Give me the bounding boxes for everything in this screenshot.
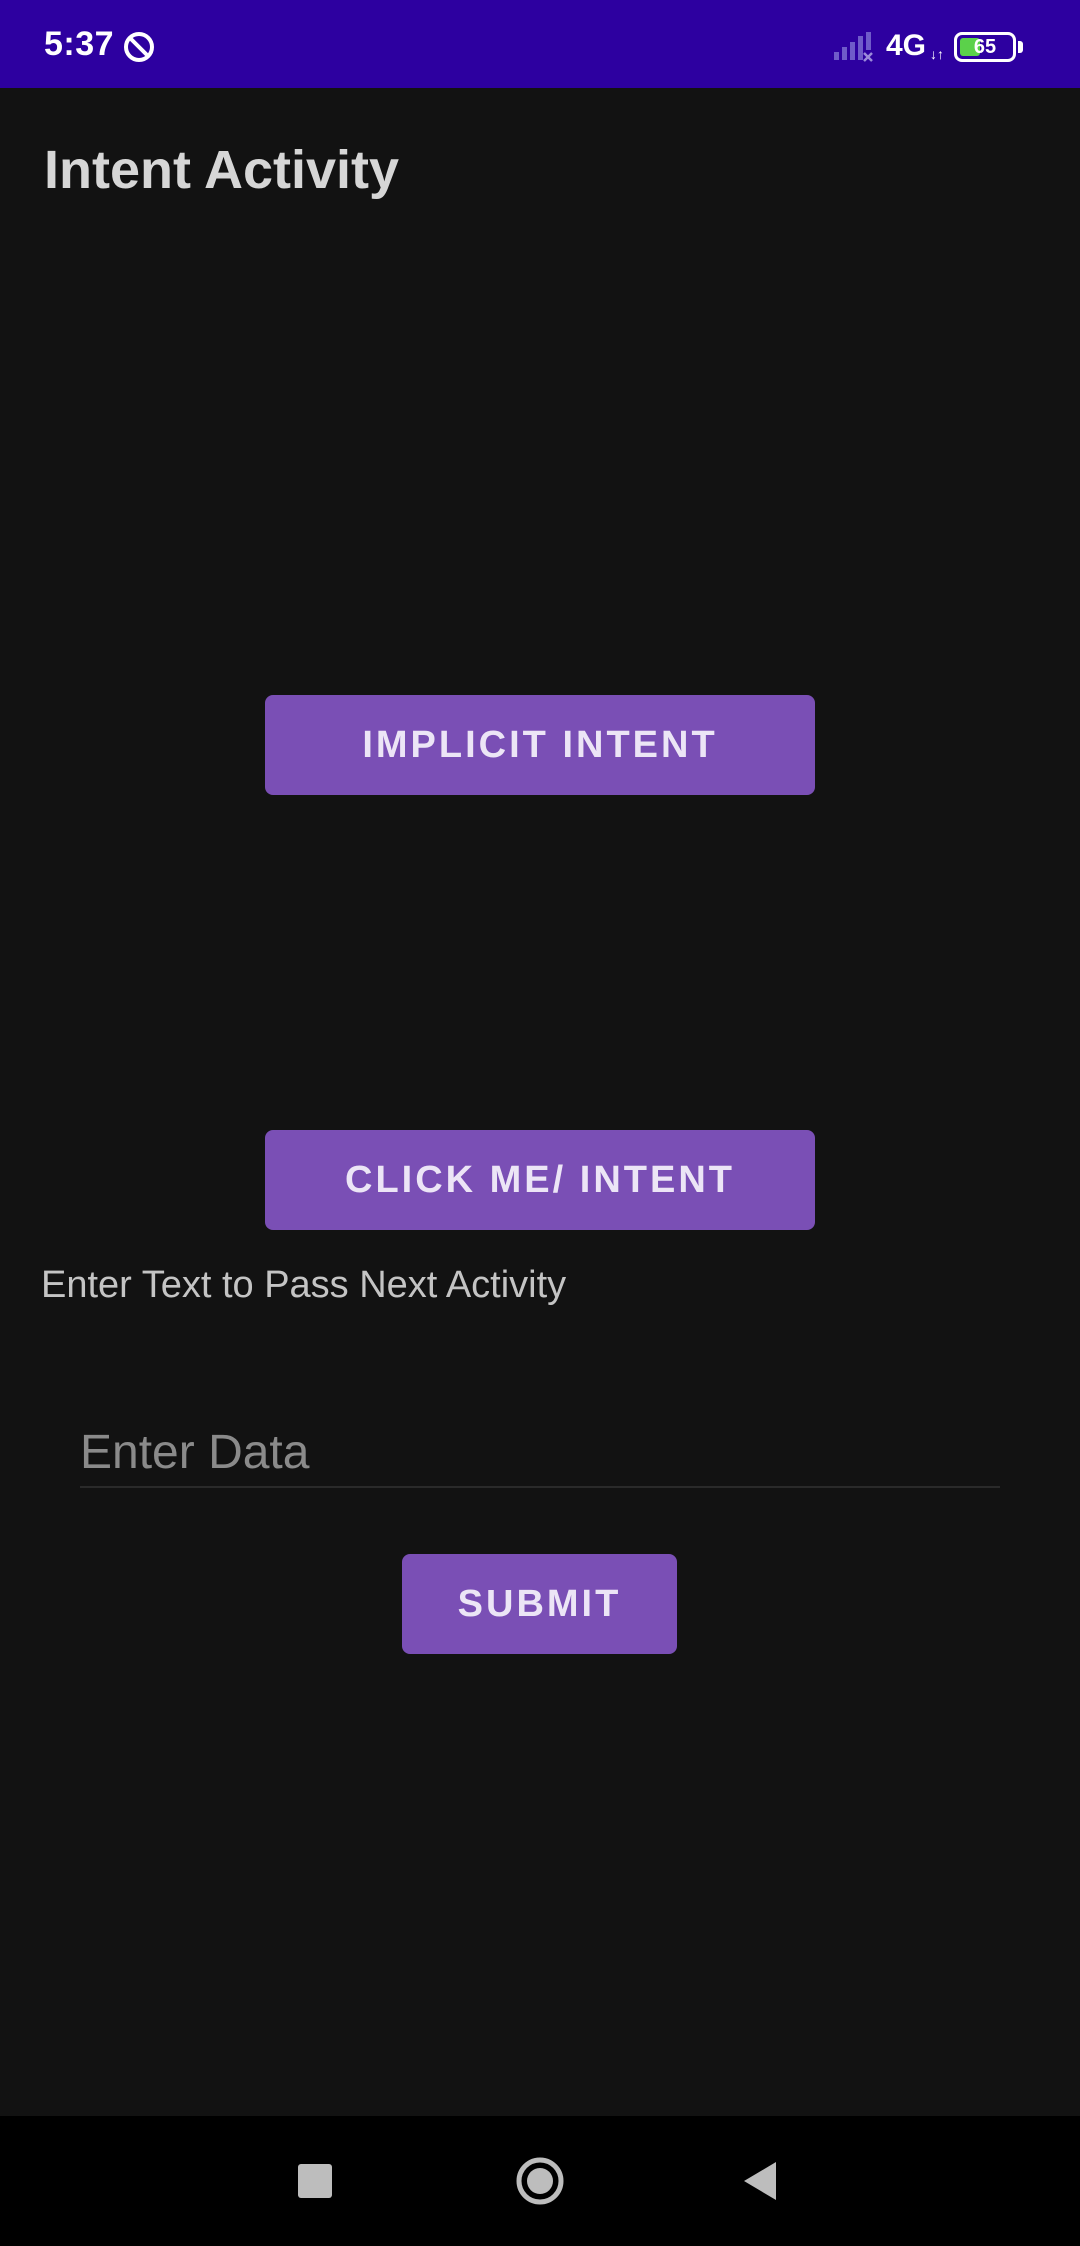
signal-strength-icon	[834, 32, 873, 62]
back-icon[interactable]	[742, 2160, 778, 2202]
submit-button[interactable]: SUBMIT	[402, 1554, 677, 1654]
battery-level: 65	[973, 36, 997, 58]
navigation-bar	[0, 2116, 1080, 2246]
data-input[interactable]	[80, 1418, 1000, 1488]
do-not-disturb-icon	[124, 32, 154, 62]
network-type: 4G	[886, 29, 927, 62]
implicit-intent-button[interactable]: IMPLICIT INTENT	[265, 695, 815, 795]
network-activity-icon: ↓↑	[930, 46, 944, 62]
click-me-intent-button[interactable]: CLICK ME/ INTENT	[265, 1130, 815, 1230]
recents-icon[interactable]	[298, 2164, 332, 2198]
page-title: Intent Activity	[44, 140, 400, 200]
battery-icon: 65	[954, 32, 1016, 62]
home-icon[interactable]	[515, 2156, 565, 2206]
status-bar: 5:37 4G ↓↑ 65	[0, 0, 1080, 88]
status-time: 5:37	[44, 25, 115, 63]
prompt-label: Enter Text to Pass Next Activity	[41, 1264, 567, 1306]
battery-cap	[1018, 41, 1023, 53]
